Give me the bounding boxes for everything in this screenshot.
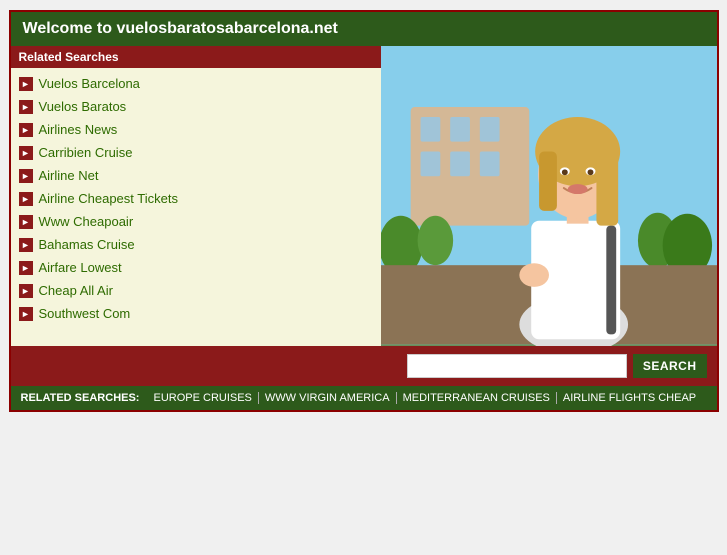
arrow-icon: ►	[19, 169, 33, 183]
search-button[interactable]: SEARCH	[633, 354, 707, 378]
photo-background	[381, 46, 717, 346]
footer-link-mediterranean-cruises[interactable]: MEDITERRANEAN CRUISES	[397, 392, 557, 404]
search-input[interactable]	[407, 354, 627, 378]
footer-label: RELATED SEARCHES:	[21, 392, 140, 404]
arrow-icon: ►	[19, 77, 33, 91]
list-item[interactable]: ► Airline Cheapest Tickets	[11, 187, 381, 210]
link-list: ► Vuelos Barcelona ► Vuelos Baratos ► Ai…	[11, 68, 381, 329]
list-item[interactable]: ► Airline Net	[11, 164, 381, 187]
footer-bar: RELATED SEARCHES: EUROPE CRUISES WWW VIR…	[11, 386, 717, 410]
arrow-icon: ►	[19, 307, 33, 321]
site-title: Welcome to vuelosbaratosabarcelona.net	[23, 20, 338, 37]
list-item[interactable]: ► Airlines News	[11, 118, 381, 141]
arrow-icon: ►	[19, 192, 33, 206]
site-header: Welcome to vuelosbaratosabarcelona.net	[11, 12, 717, 46]
right-panel	[381, 46, 717, 346]
arrow-icon: ►	[19, 261, 33, 275]
search-bar: SEARCH	[11, 346, 717, 386]
footer-link-virgin-america[interactable]: WWW VIRGIN AMERICA	[259, 392, 397, 404]
arrow-icon: ►	[19, 146, 33, 160]
list-item[interactable]: ► Vuelos Barcelona	[11, 72, 381, 95]
related-searches-header: Related Searches	[11, 46, 381, 68]
list-item[interactable]: ► Cheap All Air	[11, 279, 381, 302]
arrow-icon: ►	[19, 215, 33, 229]
arrow-icon: ►	[19, 238, 33, 252]
list-item[interactable]: ► Southwest Com	[11, 302, 381, 325]
footer-link-airline-flights-cheap[interactable]: AIRLINE FLIGHTS CHEAP	[557, 392, 702, 404]
left-panel: Related Searches ► Vuelos Barcelona ► Vu…	[11, 46, 381, 346]
list-item[interactable]: ► Vuelos Baratos	[11, 95, 381, 118]
main-container: Welcome to vuelosbaratosabarcelona.net R…	[9, 10, 719, 412]
arrow-icon: ►	[19, 284, 33, 298]
footer-link-europe-cruises[interactable]: EUROPE CRUISES	[147, 392, 258, 404]
list-item[interactable]: ► Airfare Lowest	[11, 256, 381, 279]
list-item[interactable]: ► Www Cheapoair	[11, 210, 381, 233]
arrow-icon: ►	[19, 100, 33, 114]
list-item[interactable]: ► Carribien Cruise	[11, 141, 381, 164]
list-item[interactable]: ► Bahamas Cruise	[11, 233, 381, 256]
content-area: Related Searches ► Vuelos Barcelona ► Vu…	[11, 46, 717, 346]
arrow-icon: ►	[19, 123, 33, 137]
hero-image	[381, 46, 717, 346]
